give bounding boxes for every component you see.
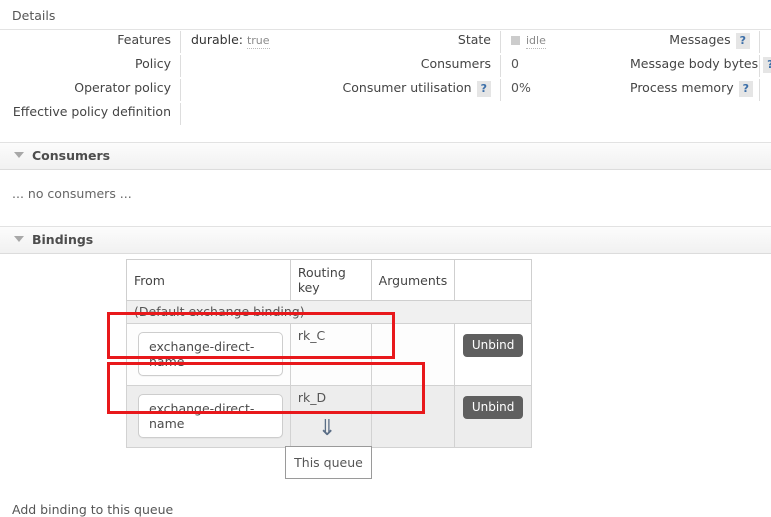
details-row-policy: Policy bbox=[0, 54, 330, 78]
help-icon[interactable]: ? bbox=[763, 57, 771, 73]
binding-action-cell: Unbind bbox=[454, 385, 532, 448]
binding-from-cell: exchange-direct-name bbox=[126, 385, 291, 448]
details-label-messages: Messages? bbox=[630, 30, 759, 50]
details-value-consumer-utilisation: 0% bbox=[511, 80, 531, 95]
help-icon[interactable]: ? bbox=[735, 33, 750, 49]
exchange-link-button[interactable]: exchange-direct-name bbox=[138, 332, 283, 376]
help-icon[interactable]: ? bbox=[476, 81, 491, 97]
details-row-operator-policy: Operator policy bbox=[0, 78, 330, 102]
details-column-right: Messages? Message body bytes? Process me… bbox=[630, 30, 771, 102]
column-divider bbox=[500, 55, 501, 77]
details-row-messages: Messages? bbox=[630, 30, 771, 54]
details-label-consumer-utilisation: Consumer utilisation? bbox=[330, 78, 500, 98]
column-divider bbox=[759, 55, 760, 77]
bindings-area: From Routing key Arguments (Default exch… bbox=[0, 254, 771, 484]
table-header-row: From Routing key Arguments bbox=[126, 259, 532, 301]
details-value-state: idle bbox=[511, 30, 546, 51]
column-divider bbox=[180, 55, 181, 77]
details-row-consumer-utilisation: Consumer utilisation? 0% bbox=[330, 78, 660, 102]
binding-routing-key-cell: rk_C bbox=[289, 323, 372, 386]
details-column-left: Features durable: true Policy Operator p… bbox=[0, 30, 330, 126]
details-value-features: durable: true bbox=[191, 30, 270, 51]
feature-key: durable: bbox=[191, 32, 243, 47]
binding-arguments-cell bbox=[370, 323, 456, 386]
default-exchange-binding-text: (Default exchange binding) bbox=[126, 300, 532, 324]
table-row: exchange-direct-name rk_C Unbind bbox=[126, 323, 532, 386]
consumers-empty-text: ... no consumers ... bbox=[12, 186, 132, 201]
consumer-utilisation-text: Consumer utilisation bbox=[342, 80, 472, 95]
details-row-process-memory: Process memory? bbox=[630, 78, 771, 102]
column-divider bbox=[500, 31, 501, 53]
column-divider bbox=[180, 31, 181, 53]
details-label-consumers: Consumers bbox=[420, 56, 491, 71]
details-label-state: State bbox=[457, 32, 491, 47]
down-arrow-icon: ⇓ bbox=[318, 416, 337, 441]
details-header: Details bbox=[0, 0, 771, 30]
details-label-effective-policy-definition: Effective policy definition bbox=[12, 104, 171, 119]
binding-arguments-cell bbox=[370, 385, 456, 448]
message-body-bytes-text: Message body bytes bbox=[630, 56, 759, 71]
help-icon[interactable]: ? bbox=[738, 81, 754, 97]
binding-action-cell: Unbind bbox=[454, 323, 532, 386]
exchange-link-button[interactable]: exchange-direct-name bbox=[138, 394, 283, 438]
column-divider bbox=[759, 31, 760, 53]
table-row-default-binding: (Default exchange binding) bbox=[126, 300, 532, 324]
section-title-bindings: Bindings bbox=[32, 232, 94, 247]
column-header-arguments: Arguments bbox=[370, 259, 456, 301]
messages-text: Messages bbox=[669, 32, 731, 47]
section-header-consumers[interactable]: Consumers bbox=[0, 142, 771, 170]
details-label-process-memory: Process memory? bbox=[630, 78, 759, 98]
details-row-features: Features durable: true bbox=[0, 30, 330, 54]
column-header-routing-key: Routing key bbox=[289, 259, 372, 301]
this-queue-box: This queue bbox=[285, 446, 372, 479]
unbind-button[interactable]: Unbind bbox=[462, 396, 524, 419]
details-column-middle: State idle Consumers 0 Consumer utilisat… bbox=[330, 30, 660, 102]
chevron-down-icon bbox=[14, 236, 24, 242]
section-header-bindings[interactable]: Bindings bbox=[0, 226, 771, 254]
column-header-from: From bbox=[126, 259, 291, 301]
details-value-consumers: 0 bbox=[511, 56, 519, 71]
column-divider bbox=[180, 79, 181, 101]
details-row-consumers: Consumers 0 bbox=[330, 54, 660, 78]
chevron-down-icon bbox=[14, 152, 24, 158]
details-row-message-body-bytes: Message body bytes? bbox=[630, 54, 771, 78]
details-label-message-body-bytes: Message body bytes? bbox=[630, 54, 771, 74]
column-header-actions bbox=[454, 259, 532, 301]
column-divider bbox=[180, 103, 181, 125]
details-label-policy: Policy bbox=[135, 56, 171, 71]
column-divider bbox=[500, 79, 501, 101]
details-label-features: Features bbox=[117, 32, 171, 47]
state-text: idle bbox=[526, 34, 546, 49]
binding-from-cell: exchange-direct-name bbox=[126, 323, 291, 386]
details-row-effective-policy: Effective policy definition bbox=[0, 102, 330, 126]
section-title-consumers: Consumers bbox=[32, 148, 111, 163]
details-label-operator-policy: Operator policy bbox=[74, 80, 171, 95]
process-memory-text: Process memory bbox=[630, 80, 734, 95]
column-divider bbox=[759, 79, 760, 101]
feature-value: true bbox=[246, 34, 270, 49]
state-swatch-icon bbox=[511, 36, 520, 45]
details-body: Features durable: true Policy Operator p… bbox=[0, 30, 771, 142]
details-row-state: State idle bbox=[330, 30, 660, 54]
unbind-button[interactable]: Unbind bbox=[462, 334, 524, 357]
